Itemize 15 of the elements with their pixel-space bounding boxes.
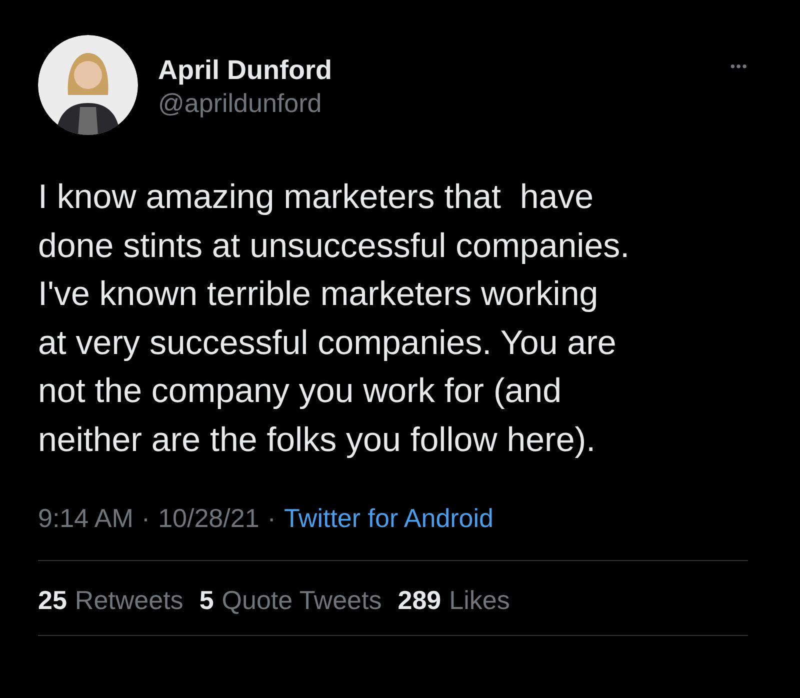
stat-label: Quote Tweets	[222, 584, 382, 617]
tweet-text: I know amazing marketers that have done stints at unsuccessful companies. I've known terrible marketers working at very successful companies. You are not the company you work for (and neither are the folks you follow here).	[38, 177, 631, 460]
separator-dot: ·	[141, 502, 150, 535]
tweet-time: 9:14 AM	[38, 502, 134, 535]
author-handle: @aprildunford	[158, 87, 323, 119]
stat-label: Retweets	[74, 584, 184, 617]
tweet-date: 10/28/21	[158, 502, 260, 535]
stat-label: Likes	[449, 584, 510, 617]
author-name: April Dunford	[158, 54, 332, 87]
source-link[interactable]: Twitter for Android	[284, 501, 494, 535]
stat-count: 5	[199, 584, 214, 617]
separator-dot: ·	[267, 502, 276, 535]
more-button[interactable]: •••	[730, 59, 748, 73]
stat-count: 25	[38, 584, 67, 617]
stat-count: 289	[398, 584, 442, 617]
